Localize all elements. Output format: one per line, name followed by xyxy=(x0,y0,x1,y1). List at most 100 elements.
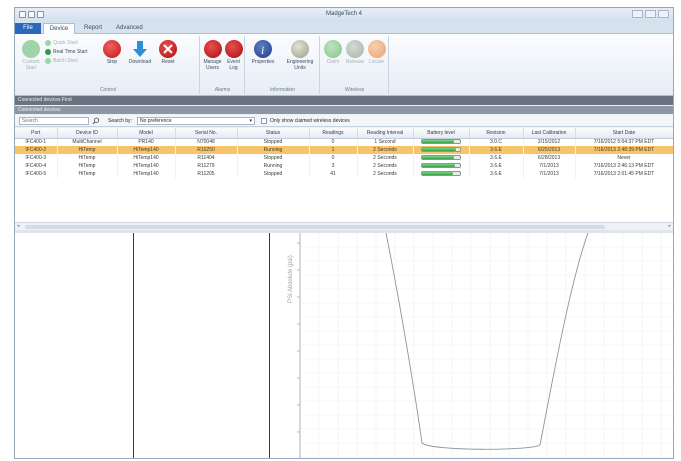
cell-battery xyxy=(413,146,470,154)
cell-device-id: HiTemp xyxy=(57,162,118,170)
cell-start-date: 7/16/2013 2:01:45 PM EDT xyxy=(575,170,673,178)
cell-readings: 0 xyxy=(309,138,358,146)
cell-battery xyxy=(413,154,470,162)
horizontal-scrollbar[interactable]: ◂ ▸ xyxy=(15,222,673,230)
reset-icon xyxy=(159,40,177,58)
connected-devices-tab[interactable]: Connected devices Find xyxy=(18,97,72,103)
search-by-select[interactable]: No preference ▾ xyxy=(137,117,255,125)
search-toolbar: Search by: No preference ▾ Only show cla… xyxy=(15,115,673,127)
column-header-start-date[interactable]: Start Date xyxy=(575,128,673,139)
real-time-start-button[interactable]: Real Time Start xyxy=(45,49,87,55)
table-row[interactable]: IFC400-5 HiTemp HiTemp140 R11205 Stopped 41 2 … xyxy=(15,170,673,178)
quick-start-button[interactable]: Quick Start xyxy=(45,40,78,46)
cell-status: Running xyxy=(237,162,310,170)
column-header-status[interactable]: Status xyxy=(237,128,310,139)
only-wireless-checkbox[interactable] xyxy=(261,118,267,124)
cell-last-calibration: 6/25/2013 xyxy=(523,146,576,154)
custom-start-button[interactable]: Custom Start xyxy=(19,40,43,71)
cell-last-calibration: 7/1/2013 xyxy=(523,170,576,178)
column-header-readings[interactable]: Readings xyxy=(309,128,358,139)
release-button[interactable]: Release xyxy=(344,40,366,65)
tab-file[interactable]: File xyxy=(15,23,41,34)
cell-serial: N70048 xyxy=(175,138,238,146)
column-header-model[interactable]: Model xyxy=(117,128,176,139)
custom-start-icon xyxy=(22,40,40,58)
ribbon-group-label: Wireless xyxy=(344,87,365,93)
scroll-right-icon[interactable]: ▸ xyxy=(668,223,671,229)
minimize-button[interactable] xyxy=(632,10,643,18)
cell-model: HiTemp140 xyxy=(117,170,176,178)
search-icon[interactable] xyxy=(92,117,100,125)
maximize-button[interactable] xyxy=(645,10,656,18)
cell-start-date: 7/16/2013 2:48:39 PM EDT xyxy=(575,146,673,154)
table-row[interactable]: IFC400-2 HiTemp HiTemp140 R10250 Running 1 2 S… xyxy=(15,146,673,154)
column-header-serial[interactable]: Serial No. xyxy=(175,128,238,139)
engineering-units-button[interactable]: Engineering Units xyxy=(282,40,318,71)
cell-status: Stopped xyxy=(237,138,310,146)
cell-start-date: 7/16/2013 2:46:13 PM EDT xyxy=(575,162,673,170)
device-table: Port Device ID Model Serial No. Status R… xyxy=(15,128,673,178)
close-button[interactable] xyxy=(658,10,669,18)
ribbon-group-information: i Properties Engineering Units Informati… xyxy=(246,36,320,94)
bottom-panes: PSI Absolute (psi) xyxy=(15,233,673,458)
batch-start-button[interactable]: Batch Start xyxy=(45,58,78,64)
cell-last-calibration: 7/1/2013 xyxy=(523,162,576,170)
window-controls xyxy=(632,10,669,18)
cell-battery xyxy=(413,170,470,178)
manage-users-button[interactable]: Manage Users xyxy=(202,40,223,71)
ribbon-group-alarms: Manage Users Event Log Alarms xyxy=(201,36,245,94)
middle-pane xyxy=(134,233,270,458)
tab-advanced[interactable]: Advanced xyxy=(111,23,147,34)
cell-revision: 3.6.E xyxy=(469,154,524,162)
table-row[interactable]: IFC400-4 HiTemp HiTemp140 R11279 Running 3 2 S… xyxy=(15,162,673,170)
cell-device-id: HiTemp xyxy=(57,170,118,178)
reset-button[interactable]: Reset xyxy=(157,40,179,65)
cell-last-calibration: 6/28/2013 xyxy=(523,154,576,162)
scrollbar-thumb[interactable] xyxy=(25,225,605,229)
column-header-battery[interactable]: Battery level xyxy=(413,128,470,139)
table-row[interactable]: IFC400-1 MultiChannel PR140 N70048 Stopped 0 1… xyxy=(15,138,673,146)
locate-button[interactable]: Locate xyxy=(366,40,387,65)
cell-interval: 1 Second xyxy=(357,138,414,146)
cell-interval: 2 Seconds xyxy=(357,162,414,170)
event-log-button[interactable]: Event Log xyxy=(223,40,244,71)
event-log-icon xyxy=(224,40,243,58)
battery-level-bar xyxy=(421,147,461,153)
column-header-port[interactable]: Port xyxy=(15,128,58,139)
cell-device-id: MultiChannel xyxy=(57,138,118,146)
search-by-label: Search by: xyxy=(108,118,132,124)
column-header-last-calibration[interactable]: Last Calibration xyxy=(523,128,576,139)
svg-text:i: i xyxy=(261,43,264,57)
battery-fill xyxy=(422,156,455,160)
column-header-device-id[interactable]: Device ID xyxy=(57,128,118,139)
properties-button[interactable]: i Properties xyxy=(248,40,278,65)
cell-serial: R10250 xyxy=(175,146,238,154)
claim-button[interactable]: Claim xyxy=(323,40,343,65)
series-line xyxy=(385,233,589,450)
table-row[interactable]: IFC400-3 HiTemp HiTemp140 R11404 Stopped 0 2 S… xyxy=(15,154,673,162)
battery-level-bar xyxy=(421,171,461,177)
cell-port: IFC400-5 xyxy=(15,170,58,178)
info-icon: i xyxy=(254,40,272,58)
batch-start-icon xyxy=(45,58,51,64)
scroll-left-icon[interactable]: ◂ xyxy=(17,223,20,229)
battery-level-bar xyxy=(421,139,461,145)
ribbon-tab-bar: File Device Report Advanced xyxy=(15,22,673,34)
device-table-body: IFC400-1 MultiChannel PR140 N70048 Stopped 0 1… xyxy=(15,138,673,178)
tab-device[interactable]: Device xyxy=(43,23,75,34)
tab-report[interactable]: Report xyxy=(79,23,107,34)
device-table-area: Port Device ID Model Serial No. Status R… xyxy=(15,128,673,223)
chart-grid xyxy=(299,233,673,458)
cell-revision: 3.6.E xyxy=(469,162,524,170)
cell-revision: 3.6.E xyxy=(469,146,524,154)
cell-model: HiTemp140 xyxy=(117,146,176,154)
stop-button[interactable]: Stop xyxy=(101,40,123,65)
download-button[interactable]: Download xyxy=(125,40,155,65)
column-header-revision[interactable]: Revision xyxy=(469,128,524,139)
battery-level-bar xyxy=(421,163,461,169)
units-icon xyxy=(291,40,309,58)
search-input[interactable] xyxy=(19,117,89,125)
cell-port: IFC400-3 xyxy=(15,154,58,162)
cell-status: Stopped xyxy=(237,170,310,178)
column-header-interval[interactable]: Reading Interval xyxy=(357,128,414,139)
